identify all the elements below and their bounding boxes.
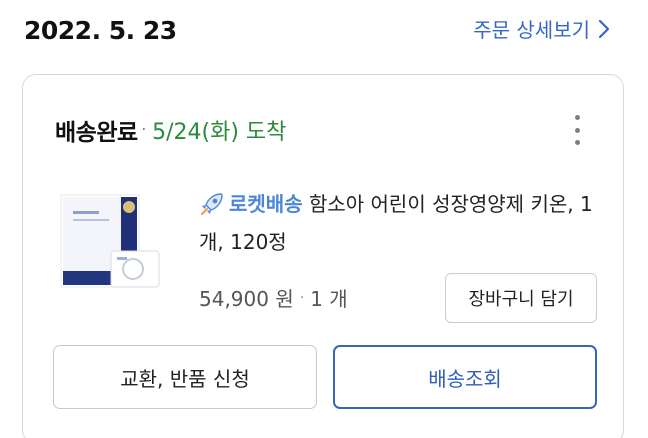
delivery-status: 배송완료: [55, 120, 138, 146]
rocket-icon: [200, 193, 223, 216]
status-separator: ·: [141, 122, 147, 138]
order-date: 2022. 5. 23: [24, 16, 177, 45]
price-quantity-row: 54,900 원 · 1 개: [199, 283, 348, 312]
order-card: 배송완료 · 5/24(화) 도착 로켓배송 함소아 어린이 성장영양제 키온,…: [22, 74, 624, 438]
add-to-cart-button[interactable]: 장바구니 담기: [445, 273, 597, 323]
shipment-status-row: 배송완료 · 5/24(화) 도착: [55, 113, 286, 147]
product-price: 54,900 원: [199, 287, 294, 311]
order-detail-link-label: 주문 상세보기: [473, 18, 590, 42]
chevron-right-icon: [598, 19, 610, 38]
order-history-page: 2022. 5. 23 주문 상세보기 배송완료 · 5/24(화) 도착 로켓…: [0, 0, 648, 438]
order-detail-link[interactable]: 주문 상세보기: [473, 14, 610, 43]
track-delivery-button[interactable]: 배송조회: [333, 345, 597, 409]
quantity-separator: ·: [299, 289, 305, 306]
product-thumbnail[interactable]: [59, 193, 163, 291]
exchange-return-button[interactable]: 교환, 반품 신청: [53, 345, 317, 409]
more-options-icon[interactable]: [571, 115, 583, 145]
rocket-delivery-label: 로켓배송: [229, 192, 303, 216]
rocket-delivery-badge: 로켓배송: [199, 185, 303, 223]
arrival-date: 5/24(화) 도착: [152, 120, 287, 145]
product-quantity: 1 개: [310, 287, 348, 311]
product-title-block[interactable]: 로켓배송 함소아 어린이 성장영양제 키온, 1개, 120정: [199, 185, 604, 261]
